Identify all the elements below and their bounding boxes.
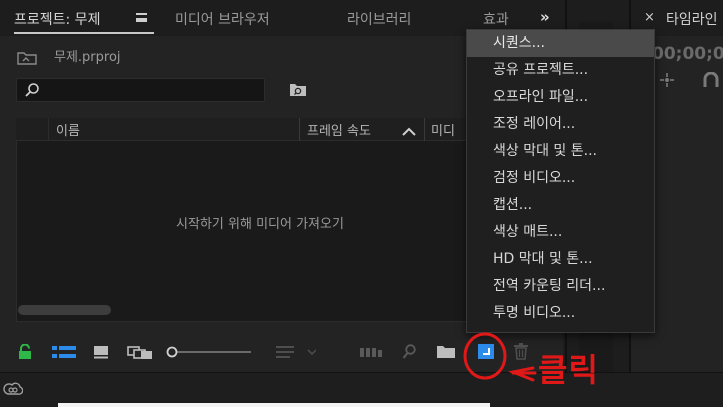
horizontal-scrollbar[interactable] xyxy=(18,305,111,315)
tab-libraries[interactable]: 라이브러리 xyxy=(347,9,411,29)
search-icon xyxy=(25,83,39,97)
menu-item-universal-counting-leader[interactable]: 전역 카운팅 리더... xyxy=(467,273,654,300)
menu-item-captions[interactable]: 캡션... xyxy=(467,192,654,219)
close-icon[interactable]: × xyxy=(644,10,655,25)
annotation-text: 클릭 xyxy=(538,351,599,389)
search-input[interactable] xyxy=(16,78,265,102)
new-bin-icon[interactable] xyxy=(436,345,456,359)
project-filename: 무제.prproj xyxy=(54,50,121,65)
menu-item-sequence[interactable]: 시퀀스... xyxy=(467,30,654,57)
menu-item-color-matte[interactable]: 색상 매트... xyxy=(467,219,654,246)
panel-menu-icon[interactable] xyxy=(136,13,147,22)
active-tab-indicator xyxy=(14,32,154,34)
menu-item-adjustment-layer[interactable]: 조정 레이어... xyxy=(467,111,654,138)
sort-ascending-icon[interactable] xyxy=(402,127,416,137)
tab-overflow-button[interactable]: » xyxy=(540,8,550,26)
screen-edge-strip xyxy=(58,403,490,407)
new-search-bin-icon[interactable] xyxy=(289,82,307,97)
menu-item-black-video[interactable]: 검정 비디오... xyxy=(467,165,654,192)
tab-project[interactable]: 프로젝트: 무제 xyxy=(14,9,100,29)
linked-selection-icon[interactable] xyxy=(702,72,720,88)
creative-cloud-icon[interactable] xyxy=(3,382,23,396)
menu-item-transparent-video[interactable]: 투명 비디오... xyxy=(467,300,654,327)
tab-effects[interactable]: 효과 xyxy=(483,9,509,29)
file-icon xyxy=(17,52,37,65)
lock-icon[interactable] xyxy=(18,344,32,360)
automate-to-sequence-icon[interactable] xyxy=(360,347,382,358)
tab-media-browser[interactable]: 미디어 브라우저 xyxy=(175,9,270,29)
column-header-name[interactable]: 이름 xyxy=(56,120,80,139)
list-view-icon[interactable] xyxy=(52,345,76,359)
menu-item-offline-file[interactable]: 오프라인 파일... xyxy=(467,84,654,111)
column-divider[interactable] xyxy=(424,118,425,141)
column-header-frame-rate[interactable]: 프레임 속도 xyxy=(307,120,371,139)
column-divider[interactable] xyxy=(299,118,300,141)
tab-timeline[interactable]: 타임라인 xyxy=(666,9,718,29)
icon-view-icon[interactable] xyxy=(93,345,109,359)
column-divider xyxy=(48,118,49,141)
zoom-slider[interactable] xyxy=(166,345,252,359)
find-icon[interactable] xyxy=(402,344,416,360)
snap-icon[interactable] xyxy=(659,72,675,88)
empty-state-message: 시작하기 위해 미디어 가져오기 xyxy=(176,217,344,232)
timecode-display[interactable]: 00;00;00 xyxy=(652,44,723,64)
freeform-view-icon[interactable] xyxy=(127,345,153,360)
menu-item-shared-project[interactable]: 공유 프로젝트... xyxy=(467,57,654,84)
column-header-media[interactable]: 미디 xyxy=(431,120,455,139)
menu-item-hd-bars-and-tone[interactable]: HD 막대 및 톤... xyxy=(467,246,654,273)
sort-menu-icon[interactable] xyxy=(276,345,316,359)
menu-item-bars-and-tone[interactable]: 색상 막대 및 톤... xyxy=(467,138,654,165)
